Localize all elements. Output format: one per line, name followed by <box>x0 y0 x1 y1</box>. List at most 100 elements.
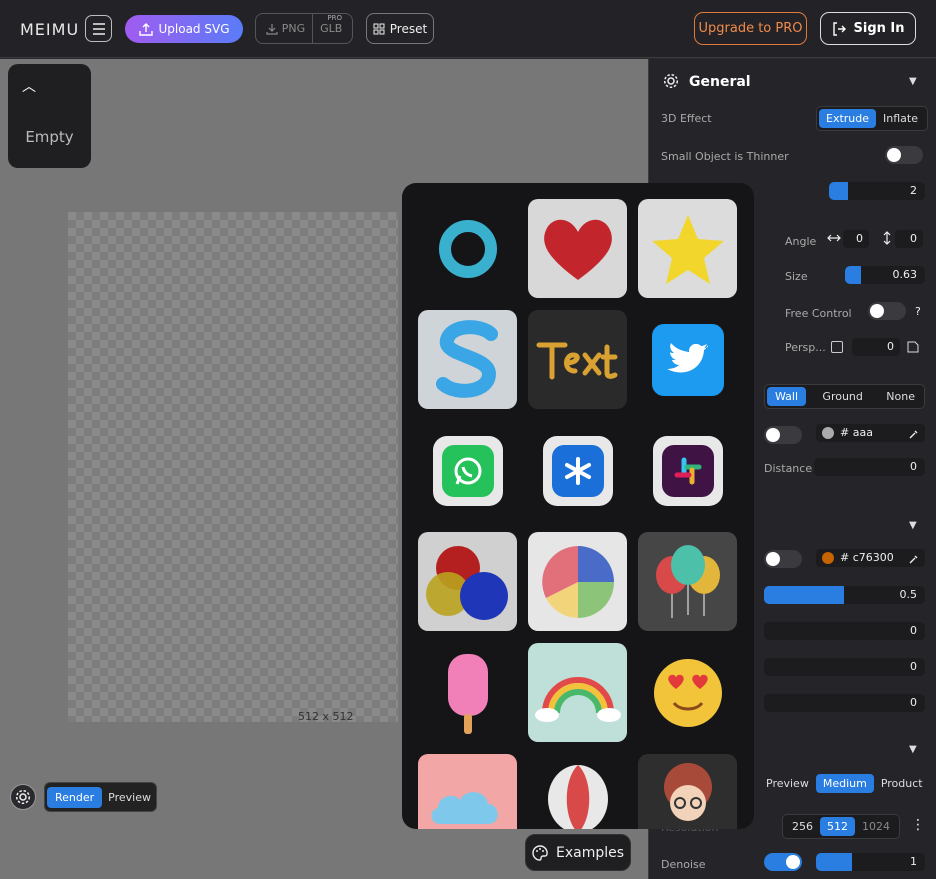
resolution-selector: 256 512 1024 <box>782 814 900 839</box>
backdrop-toggle[interactable] <box>764 426 802 444</box>
examples-label: Examples <box>555 844 625 861</box>
angle-v-input[interactable]: 0 <box>895 230 923 248</box>
transparent-canvas[interactable] <box>68 212 398 722</box>
render-mode-toggle: Render Preview <box>44 782 157 812</box>
resolution-512[interactable]: 512 <box>820 817 855 836</box>
example-hot-air-balloon[interactable] <box>528 754 627 829</box>
material-value-3: 0 <box>910 660 917 673</box>
example-twitter[interactable] <box>638 310 737 409</box>
material-toggle[interactable] <box>764 550 802 568</box>
render-mode-render[interactable]: Render <box>47 786 103 808</box>
quality-medium[interactable]: Medium <box>815 774 874 793</box>
example-pie[interactable] <box>528 532 627 631</box>
empty-label: Empty <box>25 128 74 146</box>
examples-grid <box>418 199 737 829</box>
upload-label: Upload SVG <box>158 22 230 36</box>
example-balloons[interactable] <box>638 532 737 631</box>
backdrop-none[interactable]: None <box>879 387 922 406</box>
perspective-checkbox[interactable] <box>831 341 843 353</box>
examples-button[interactable]: Examples <box>525 834 631 871</box>
example-popsicle[interactable] <box>418 643 517 742</box>
sign-in-label: Sign In <box>853 21 905 36</box>
effect-inflate[interactable]: Inflate <box>876 109 925 128</box>
vertical-arrows-icon <box>883 231 891 245</box>
divider <box>312 14 314 43</box>
resolution-256[interactable]: 256 <box>785 817 820 836</box>
upgrade-button[interactable]: Upgrade to PRO <box>694 12 807 45</box>
resolution-1024[interactable]: 1024 <box>855 817 897 836</box>
example-slack[interactable] <box>638 421 737 520</box>
collapse-caret-icon[interactable]: ▼ <box>909 520 917 531</box>
example-letter-s[interactable] <box>418 310 517 409</box>
free-control-toggle[interactable] <box>868 302 906 320</box>
hamburger-icon <box>92 22 105 35</box>
distance-slider[interactable]: 0 <box>814 458 925 476</box>
top-bar: MEIMU Upload SVG PNG GLB PRO Preset Upgr… <box>0 0 936 58</box>
example-glass-discs[interactable] <box>418 532 517 631</box>
example-whatsapp[interactable] <box>418 421 517 520</box>
distance-value: 0 <box>910 460 917 473</box>
denoise-label: Denoise <box>661 858 706 871</box>
effect-extrude[interactable]: Extrude <box>819 109 877 128</box>
example-heart[interactable] <box>528 199 627 298</box>
example-ring[interactable] <box>418 199 517 298</box>
material-slider-1[interactable]: 0.5 <box>764 586 925 604</box>
denoise-slider[interactable]: 1 <box>816 853 925 871</box>
settings-button[interactable] <box>10 784 36 810</box>
perspective-input[interactable]: 0 <box>852 338 900 356</box>
size-label: Size <box>785 270 808 283</box>
example-text[interactable] <box>528 310 627 409</box>
material-value-2: 0 <box>910 624 917 637</box>
material-slider-4[interactable]: 0 <box>764 694 925 712</box>
login-icon <box>832 21 846 36</box>
export-glb-button[interactable]: GLB <box>320 22 342 35</box>
collapse-caret-icon[interactable]: ▼ <box>909 76 917 87</box>
perspective-label: Persp... <box>785 341 826 354</box>
backdrop-ground[interactable]: Ground <box>815 387 869 406</box>
grid-icon <box>373 23 385 34</box>
material-slider-2[interactable]: 0 <box>764 622 925 640</box>
more-options-icon[interactable]: ⋮ <box>911 817 925 833</box>
denoise-value: 1 <box>910 855 917 868</box>
quality-product[interactable]: Product <box>874 774 930 793</box>
backdrop-color-swatch[interactable] <box>822 427 834 439</box>
chevron-up-icon[interactable]: ︿ <box>22 76 36 96</box>
preset-button[interactable]: Preset <box>366 13 434 44</box>
backdrop-wall[interactable]: Wall <box>767 387 807 406</box>
small-object-toggle[interactable] <box>885 146 923 164</box>
example-heart-eyes[interactable] <box>638 643 737 742</box>
quality-preview[interactable]: Preview <box>759 774 816 793</box>
example-cloud[interactable] <box>418 754 517 829</box>
examples-panel <box>402 183 754 829</box>
angle-h-input[interactable]: 0 <box>843 230 869 248</box>
example-star[interactable] <box>638 199 737 298</box>
size-value: 0.63 <box>892 268 918 281</box>
collapse-caret-icon[interactable]: ▼ <box>909 744 917 755</box>
render-mode-preview[interactable]: Preview <box>102 787 157 808</box>
small-object-label: Small Object is Thinner <box>661 150 789 163</box>
menu-button[interactable] <box>85 15 112 42</box>
material-color-swatch[interactable] <box>822 552 834 564</box>
download-icon <box>266 23 278 35</box>
upload-icon <box>138 23 153 36</box>
example-avatar[interactable] <box>638 754 737 829</box>
depth-slider[interactable]: 2 <box>829 182 925 200</box>
export-format-group: PNG GLB PRO <box>255 13 353 44</box>
upload-svg-button[interactable]: Upload SVG <box>125 15 243 43</box>
perspective-icon <box>907 341 919 353</box>
export-png-button[interactable]: PNG <box>266 22 305 35</box>
help-icon[interactable]: ? <box>915 305 921 318</box>
sign-in-button[interactable]: Sign In <box>820 12 916 45</box>
size-slider[interactable]: 0.63 <box>845 266 925 284</box>
backdrop-selector: Wall Ground None <box>764 384 925 409</box>
app-logo: MEIMU <box>20 20 80 39</box>
example-rainbow[interactable] <box>528 643 627 742</box>
png-label: PNG <box>281 22 306 35</box>
material-slider-3[interactable]: 0 <box>764 658 925 676</box>
canvas-dimensions: 512 x 512 <box>298 710 354 723</box>
denoise-toggle[interactable] <box>764 853 802 871</box>
eyedropper-icon[interactable] <box>909 554 919 564</box>
eyedropper-icon[interactable] <box>909 429 919 439</box>
example-app-asterisk[interactable] <box>528 421 627 520</box>
material-value-4: 0 <box>910 696 917 709</box>
